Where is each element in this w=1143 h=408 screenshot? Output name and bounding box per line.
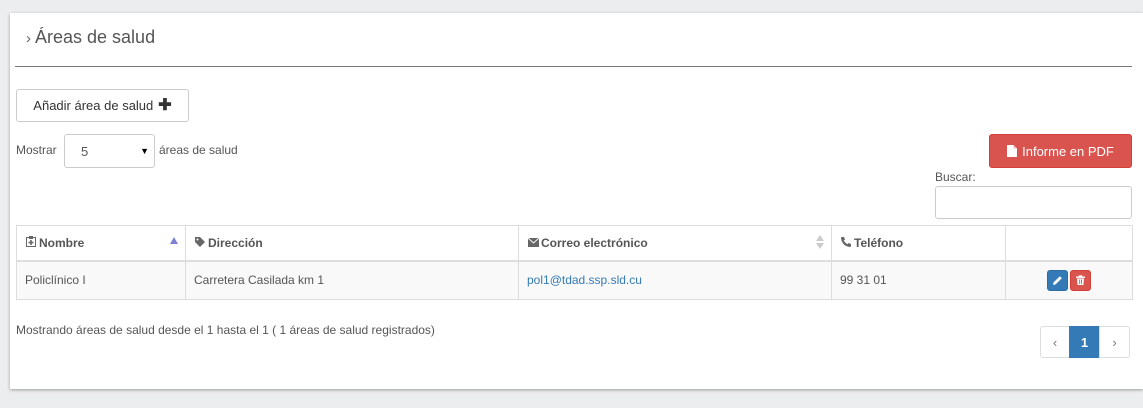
pencil-icon <box>1053 275 1062 285</box>
delete-button[interactable] <box>1070 269 1091 291</box>
page-length-select[interactable]: 5 ▼ <box>64 134 155 168</box>
pagination-prev[interactable]: ‹ <box>1040 326 1070 358</box>
pagination: ‹ 1 › <box>1040 326 1130 358</box>
cell-telefono: 99 31 01 <box>831 260 1006 300</box>
column-header-direccion[interactable]: Dirección <box>185 225 519 262</box>
pdf-report-button[interactable]: Informe en PDF <box>989 134 1132 168</box>
column-header-correo-label: Correo electrónico <box>541 235 648 250</box>
sort-ascending-icon <box>170 237 178 244</box>
column-header-correo[interactable]: Correo electrónico <box>518 225 832 262</box>
column-header-telefono[interactable]: Teléfono <box>831 225 1006 262</box>
table-row: Policlínico I Carretera Casilada km 1 po… <box>16 260 1133 300</box>
email-link[interactable]: pol1@tdad.ssp.sld.cu <box>527 273 642 287</box>
caret-down-icon: ▼ <box>140 146 149 156</box>
search-label: Buscar: <box>935 170 976 184</box>
column-header-actions <box>1005 225 1133 262</box>
search-input[interactable] <box>935 186 1132 219</box>
trash-icon <box>1076 275 1085 285</box>
add-area-button[interactable]: Añadir área de salud ✚ <box>16 89 189 122</box>
length-suffix-label: áreas de salud <box>159 143 238 157</box>
pagination-next[interactable]: › <box>1099 326 1130 358</box>
pdf-report-label: Informe en PDF <box>1022 143 1114 159</box>
cell-direccion: Carretera Casilada km 1 <box>185 260 519 300</box>
phone-icon <box>840 236 852 250</box>
plus-icon: ✚ <box>158 96 172 114</box>
add-area-label: Añadir área de salud <box>33 98 154 113</box>
pagination-page-1[interactable]: 1 <box>1069 326 1100 358</box>
chevron-right-icon: › <box>26 30 31 47</box>
table-header-row: Nombre Dirección Correo electrónico Telé… <box>16 225 1133 262</box>
table-info: Mostrando áreas de salud desde el 1 hast… <box>16 323 435 337</box>
file-icon <box>1007 145 1018 157</box>
column-header-direccion-label: Dirección <box>208 235 263 250</box>
page-length-value: 5 <box>81 143 89 159</box>
areas-table: Nombre Dirección Correo electrónico Telé… <box>16 225 1133 300</box>
column-header-nombre[interactable]: Nombre <box>16 225 186 262</box>
sort-both-icon <box>816 235 824 249</box>
tag-icon <box>194 236 206 250</box>
edit-button[interactable] <box>1047 269 1068 291</box>
title-divider <box>15 66 1132 67</box>
cell-nombre: Policlínico I <box>16 260 186 300</box>
length-prefix-label: Mostrar <box>16 143 57 157</box>
page-title: › Áreas de salud <box>26 27 155 48</box>
main-panel: › Áreas de salud Añadir área de salud ✚ M… <box>10 13 1143 389</box>
cell-actions <box>1005 260 1133 300</box>
cell-correo: pol1@tdad.ssp.sld.cu <box>518 260 832 300</box>
hospital-icon <box>25 235 37 250</box>
envelope-icon <box>527 236 539 250</box>
page-title-text: Áreas de salud <box>35 27 156 47</box>
column-header-nombre-label: Nombre <box>39 235 85 250</box>
column-header-telefono-label: Teléfono <box>854 235 904 250</box>
